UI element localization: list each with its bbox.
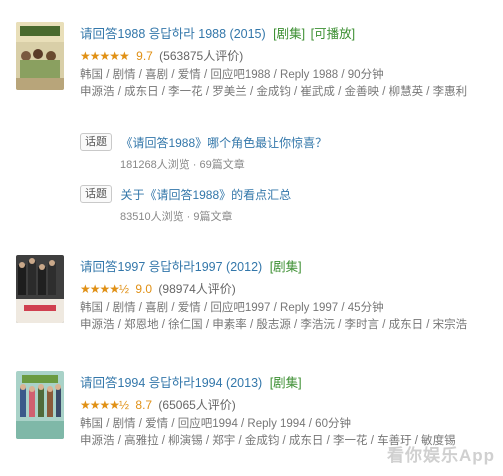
meta-info: 韩国 / 剧情 / 喜剧 / 爱情 / 回应吧1988 / Reply 1988…	[80, 69, 384, 81]
poster-image[interactable]	[16, 22, 64, 90]
star-rating-icon: ★★★★★	[80, 49, 130, 63]
title-link[interactable]: 请回答1994 응답하라1994 (2013)	[80, 376, 262, 390]
rating-row: ★★★★★ 9.7 (563875人评价)	[80, 48, 499, 64]
title-row: 请回答1994 응답하라1994 (2013) [剧集]	[80, 375, 499, 391]
rating-score: 9.7	[136, 49, 153, 63]
meta-info: 韩国 / 剧情 / 喜剧 / 爱情 / 回应吧1997 / Reply 1997…	[80, 302, 384, 314]
star-rating-icon: ★★★★½	[80, 282, 129, 296]
cast-list: 申源浩 / 郑恩地 / 徐仁国 / 申素率 / 殷志源 / 李浩沅 / 李时言 …	[80, 319, 468, 331]
topic-badge: 话题	[80, 133, 112, 151]
topic-link[interactable]: 关于《请回答1988》的看点汇总	[120, 188, 291, 202]
rating-score: 9.0	[135, 282, 153, 296]
tag-playable[interactable]: [可播放]	[311, 27, 355, 41]
topic-stats: 181268人浏览 · 69篇文章	[120, 159, 245, 172]
topic-item: 话题 关于《请回答1988》的看点汇总 83510人浏览 · 9篇文章	[80, 185, 490, 224]
star-rating-icon: ★★★★½	[80, 398, 129, 412]
topic-badge: 话题	[80, 185, 112, 203]
tag-series[interactable]: [剧集]	[273, 27, 305, 41]
rating-row: ★★★★½ 8.7 (65065人评价)	[80, 397, 499, 413]
topic-item: 话题 《请回答1988》哪个角色最让你惊喜？ 181268人浏览 · 69篇文章	[80, 133, 490, 172]
title-link[interactable]: 请回答1988 응답하라 1988 (2015)	[80, 27, 266, 41]
rating-score: 8.7	[135, 398, 153, 412]
rating-count: (563875人评价)	[159, 49, 244, 63]
rating-count: (98974人评价)	[158, 282, 236, 296]
title-link[interactable]: 请回答1997 응답하라1997 (2012)	[80, 260, 262, 274]
cast-list: 申源浩 / 成东日 / 李一花 / 罗美兰 / 金成钧 / 崔武成 / 金善映 …	[80, 86, 468, 98]
title-row: 请回答1997 응답하라1997 (2012) [剧集]	[80, 259, 499, 275]
topic-link[interactable]: 《请回答1988》哪个角色最让你惊喜？	[120, 136, 327, 150]
tag-series[interactable]: [剧集]	[270, 260, 302, 274]
rating-row: ★★★★½ 9.0 (98974人评价)	[80, 281, 499, 297]
meta-info: 韩国 / 剧情 / 爱情 / 回应吧1994 / Reply 1994 / 60…	[80, 418, 351, 430]
topic-stats: 83510人浏览 · 9篇文章	[120, 211, 233, 224]
rating-count: (65065人评价)	[158, 398, 236, 412]
poster-image[interactable]	[16, 371, 64, 439]
poster-image[interactable]	[16, 255, 64, 323]
watermark-logo: 看你娱乐App	[386, 446, 495, 465]
tag-series[interactable]: [剧集]	[270, 376, 302, 390]
title-row: 请回答1988 응답하라 1988 (2015) [剧集] [可播放]	[80, 26, 499, 42]
